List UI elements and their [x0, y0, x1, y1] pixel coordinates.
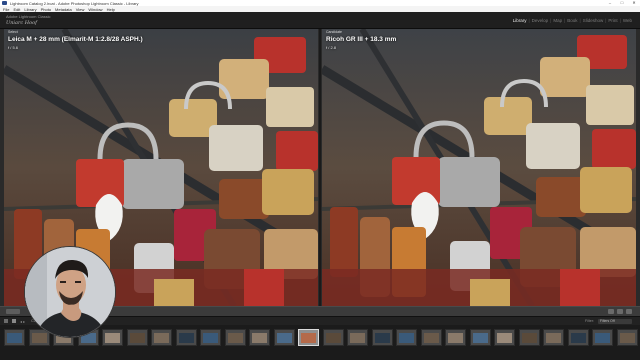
module-separator: | [528, 18, 530, 23]
filmstrip-thumbnail[interactable] [4, 329, 25, 346]
filmstrip-thumbnail[interactable] [420, 329, 442, 346]
module-separator: | [579, 18, 581, 23]
filmstrip-thumbnail[interactable] [322, 329, 344, 346]
filmstrip-thumbnail[interactable] [347, 329, 368, 346]
thumbnail-image [178, 333, 194, 343]
thumbnail-image [595, 333, 610, 343]
filmstrip-thumbnail[interactable] [469, 329, 491, 346]
select-tag: Select [8, 30, 18, 34]
make-select-button[interactable] [617, 309, 623, 314]
candidate-aperture-label: f / 2.8 [326, 45, 337, 50]
filmstrip [0, 325, 640, 360]
thumbnail-image [619, 333, 635, 343]
lightroom-app-icon [2, 1, 7, 5]
module-picker: Library | Develop | Map | Book | Slidesh… [511, 18, 632, 23]
thumbnail-image [472, 333, 488, 343]
thumbnail-image [203, 333, 218, 343]
thumbnail-image [227, 333, 243, 343]
candidate-lens-label: Ricoh GR III + 18.3 mm [326, 36, 397, 43]
grid-view-icon[interactable] [12, 319, 16, 323]
select-lens-label: Leica M + 28 mm (Elmarit-M 1:2.8/28 ASPH… [8, 36, 143, 43]
identity-line-2: Uniarc Hoof [6, 20, 38, 26]
view-mode-button[interactable] [6, 309, 20, 314]
menu-edit[interactable]: Edit [13, 7, 20, 12]
thumbnail-image [448, 333, 463, 343]
filmstrip-thumbnail[interactable] [273, 329, 295, 346]
filmstrip-thumbnail[interactable] [249, 329, 270, 346]
thumbnail-image [570, 333, 586, 343]
window-title: Lightroom Catalog 2.lrcat - Adobe Photos… [10, 0, 139, 6]
filmstrip-thumbnail[interactable] [396, 329, 417, 346]
identity-plate: Adobe Lightroom Classic Uniarc Hoof [6, 14, 50, 26]
module-separator: | [550, 18, 552, 23]
filmstrip-thumbnail[interactable] [200, 329, 221, 346]
menu-file[interactable]: File [3, 7, 9, 12]
filmstrip-thumbnail[interactable] [175, 329, 197, 346]
thumbnail-image [325, 333, 341, 343]
thumbnail-image [423, 333, 439, 343]
module-slideshow[interactable]: Slideshow [583, 18, 604, 23]
menu-window[interactable]: Window [88, 7, 102, 12]
thumbnail-image [301, 333, 316, 343]
filmstrip-thumbnail[interactable] [567, 329, 589, 346]
module-print[interactable]: Print [608, 18, 617, 23]
menu-view[interactable]: View [76, 7, 85, 12]
filmstrip-thumbnail[interactable] [494, 329, 515, 346]
module-separator: | [564, 18, 566, 23]
filmstrip-thumbnail[interactable] [224, 329, 246, 346]
menu-photo[interactable]: Photo [41, 7, 51, 12]
thumbnail-image [497, 333, 512, 343]
module-web[interactable]: Web [623, 18, 632, 23]
menu-help[interactable]: Help [107, 7, 115, 12]
filmstrip-thumbnail[interactable] [616, 329, 638, 346]
nav-arrows-icon[interactable]: ◂ ▸ [20, 319, 25, 324]
swap-button[interactable] [608, 309, 614, 314]
module-map[interactable]: Map [553, 18, 562, 23]
thumbnail-image [252, 333, 267, 343]
thumbnail-image [31, 333, 47, 343]
filmstrip-thumbnail[interactable] [126, 329, 148, 346]
filter-label: Filter: [585, 319, 594, 323]
compare-divider [319, 29, 321, 306]
module-develop[interactable]: Develop [532, 18, 549, 23]
done-button[interactable] [626, 309, 632, 314]
filmstrip-thumbnail[interactable] [445, 329, 466, 346]
thumbnail-image [129, 333, 145, 343]
thumbnail-image [154, 333, 169, 343]
module-library[interactable]: Library [513, 18, 527, 23]
filmstrip-thumbnail-selected[interactable] [298, 329, 319, 346]
module-separator: | [605, 18, 607, 23]
thumbnail-image [546, 333, 561, 343]
filmstrip-thumbnail[interactable] [592, 329, 613, 346]
secondary-window-icon[interactable] [4, 319, 8, 323]
filmstrip-thumbnail[interactable] [371, 329, 393, 346]
menu-library[interactable]: Library [24, 7, 36, 12]
module-book[interactable]: Book [567, 18, 577, 23]
filter-dropdown[interactable]: Filters Off [598, 319, 632, 324]
thumbnail-image [276, 333, 292, 343]
thumbnail-image [350, 333, 365, 343]
module-separator: | [619, 18, 621, 23]
menu-metadata[interactable]: Metadata [55, 7, 72, 12]
filmstrip-thumbnail[interactable] [543, 329, 564, 346]
thumbnail-image [105, 333, 120, 343]
candidate-photo-pane[interactable]: Candidate Ricoh GR III + 18.3 mm f / 2.8 [322, 29, 636, 306]
filmstrip-thumbnail[interactable] [151, 329, 172, 346]
thumbnail-image [399, 333, 414, 343]
presenter-video [25, 247, 115, 337]
compare-tools [605, 309, 632, 314]
select-aperture-label: f / 5.6 [8, 45, 19, 50]
webcam-overlay [24, 246, 116, 338]
thumbnail-image [521, 333, 537, 343]
candidate-photo [322, 29, 636, 306]
thumbnail-image [7, 333, 22, 343]
module-picker-bar: Adobe Lightroom Classic Uniarc Hoof Libr… [0, 12, 640, 29]
thumbnail-image [374, 333, 390, 343]
filmstrip-thumbnail[interactable] [518, 329, 540, 346]
filmstrip-thumbnail[interactable] [102, 329, 123, 346]
candidate-tag: Candidate [326, 30, 342, 34]
